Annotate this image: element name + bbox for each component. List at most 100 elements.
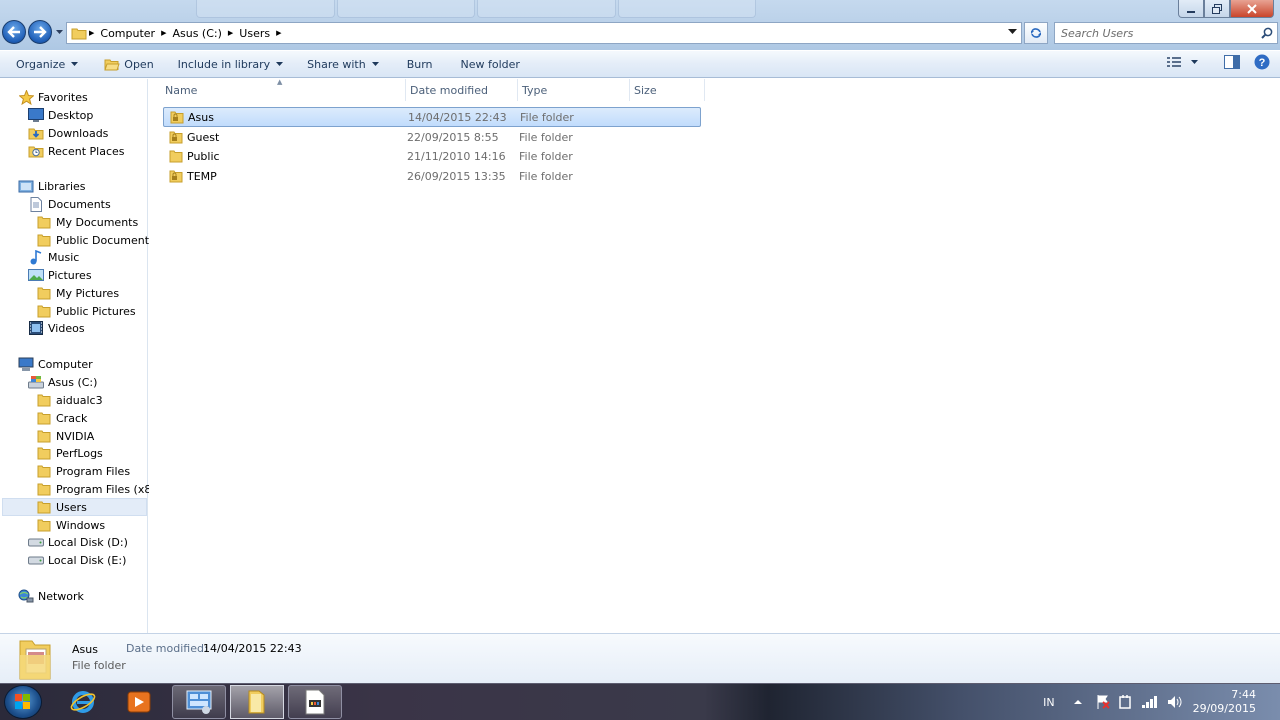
locked-folder-icon (170, 111, 184, 124)
nav-public-documents[interactable]: Public Documents (36, 231, 155, 249)
nav-downloads[interactable]: Downloads (28, 124, 108, 142)
column-header-name[interactable]: Name ▲ (161, 78, 406, 101)
nav-computer[interactable]: Computer (18, 355, 93, 373)
nav-label: Desktop (48, 108, 94, 122)
start-button[interactable] (4, 685, 42, 719)
system-tray: IN 7:44 29/09/2015 (1043, 684, 1280, 720)
column-name-label: Name (165, 83, 198, 97)
nav-label: Favorites (38, 90, 88, 104)
preview-pane-icon[interactable] (1224, 55, 1240, 69)
breadcrumb-computer[interactable]: Computer (100, 27, 155, 40)
minimize-button[interactable] (1178, 0, 1204, 18)
taskbar-internet-explorer[interactable] (60, 685, 106, 719)
internet-explorer-icon (70, 691, 96, 713)
nav-crack[interactable]: Crack (36, 409, 87, 427)
nav-label: Computer (38, 357, 93, 371)
nav-pictures[interactable]: Pictures (28, 266, 92, 284)
documents-icon (30, 196, 42, 212)
open-label: Open (124, 57, 154, 71)
nav-my-pictures[interactable]: My Pictures (36, 284, 119, 302)
details-file-name: Asus (72, 643, 98, 656)
nav-aidualc3[interactable]: aidualc3 (36, 391, 103, 409)
nav-asus-c[interactable]: Asus (C:) (28, 373, 97, 391)
taskbar-windows-explorer[interactable] (230, 685, 284, 719)
breadcrumb-separator-icon[interactable]: ▶ (89, 29, 94, 37)
table-row[interactable]: TEMP 26/09/2015 13:35 File folder (163, 166, 701, 186)
nav-nvidia[interactable]: NVIDIA (36, 427, 94, 445)
column-header-date-modified[interactable]: Date modified (406, 79, 518, 101)
document-app-icon (305, 689, 325, 715)
star-icon (18, 89, 34, 105)
nav-videos[interactable]: Videos (28, 319, 85, 337)
nav-recent-places[interactable]: Recent Places (28, 142, 125, 160)
address-bar[interactable]: ▶ Computer ▶ Asus (C:) ▶ Users ▶ (66, 22, 1022, 44)
nav-program-files[interactable]: Program Files (36, 462, 130, 480)
restore-icon (1212, 3, 1222, 14)
volume-icon[interactable] (1167, 695, 1183, 709)
nav-local-disk-d[interactable]: Local Disk (D:) (28, 533, 128, 551)
nav-music[interactable]: Music (28, 248, 79, 266)
file-name: Asus (188, 110, 214, 124)
folder-icon (37, 430, 51, 443)
nav-perflogs[interactable]: PerfLogs (36, 444, 103, 462)
share-with-button[interactable]: Share with (299, 53, 387, 75)
details-pane: Asus File folder Date modified: 14/04/20… (0, 633, 1280, 683)
new-folder-button[interactable]: New folder (453, 53, 528, 75)
back-button[interactable] (2, 20, 26, 44)
nav-users[interactable]: Users (2, 498, 147, 516)
network-signal-icon[interactable] (1141, 695, 1159, 709)
nav-my-documents[interactable]: My Documents (36, 213, 138, 231)
nav-public-pictures[interactable]: Public Pictures (36, 302, 136, 320)
language-indicator[interactable]: IN (1043, 696, 1054, 709)
taskbar-media-player[interactable] (116, 685, 162, 719)
refresh-button[interactable] (1024, 22, 1048, 44)
maximize-button[interactable] (1204, 0, 1230, 18)
folder-icon (37, 394, 51, 407)
close-button[interactable] (1230, 0, 1274, 18)
breadcrumb-separator-icon[interactable]: ▶ (276, 29, 281, 37)
nav-network[interactable]: Network (18, 587, 84, 605)
address-dropdown-icon[interactable] (1008, 29, 1017, 35)
forward-button[interactable] (28, 20, 52, 44)
power-plug-icon[interactable] (1117, 694, 1133, 710)
search-input[interactable]: Search Users (1054, 22, 1278, 44)
nav-libraries[interactable]: Libraries (18, 177, 86, 195)
breadcrumb-separator-icon[interactable]: ▶ (161, 29, 166, 37)
help-icon[interactable]: ? (1254, 54, 1270, 70)
nav-program-files-x86[interactable]: Program Files (x86) (36, 480, 163, 498)
new-folder-label: New folder (460, 57, 520, 71)
search-icon[interactable] (1261, 27, 1273, 39)
taskbar-document-app[interactable] (288, 685, 342, 719)
nav-documents[interactable]: Documents (28, 195, 111, 213)
breadcrumb-asus-c[interactable]: Asus (C:) (172, 27, 221, 40)
file-type: File folder (520, 110, 574, 124)
include-in-library-button[interactable]: Include in library (170, 53, 291, 75)
column-header-size[interactable]: Size (630, 79, 705, 101)
taskbar-control-panel[interactable] (172, 685, 226, 719)
burn-button[interactable]: Burn (399, 53, 441, 75)
show-hidden-icons-icon[interactable] (1073, 698, 1083, 706)
column-size-label: Size (634, 83, 657, 97)
taskbar: IN 7:44 29/09/2015 (0, 683, 1280, 720)
breadcrumb-users[interactable]: Users (239, 27, 270, 40)
file-type: File folder (519, 169, 573, 183)
change-view-button[interactable] (1167, 56, 1198, 68)
nav-label: aidualc3 (56, 393, 103, 407)
control-panel-icon (186, 690, 212, 714)
nav-local-disk-e[interactable]: Local Disk (E:) (28, 551, 126, 569)
breadcrumb-separator-icon[interactable]: ▶ (228, 29, 233, 37)
file-name-cell: Guest (163, 130, 407, 144)
nav-desktop[interactable]: Desktop (28, 106, 93, 124)
table-row[interactable]: Guest 22/09/2015 8:55 File folder (163, 127, 701, 147)
organize-button[interactable]: Organize (8, 53, 86, 75)
table-row[interactable]: Public 21/11/2010 14:16 File folder (163, 146, 701, 166)
nav-windows[interactable]: Windows (36, 516, 105, 534)
open-button[interactable]: Open (96, 53, 161, 75)
column-header-type[interactable]: Type (518, 79, 630, 101)
nav-favorites[interactable]: Favorites (18, 88, 88, 106)
action-center-icon[interactable] (1095, 694, 1111, 710)
table-row[interactable]: Asus 14/04/2015 22:43 File folder (163, 107, 701, 127)
recent-pages-button[interactable] (54, 29, 64, 35)
clock[interactable]: 7:44 29/09/2015 (1193, 688, 1256, 716)
nav-label: Videos (48, 321, 85, 335)
